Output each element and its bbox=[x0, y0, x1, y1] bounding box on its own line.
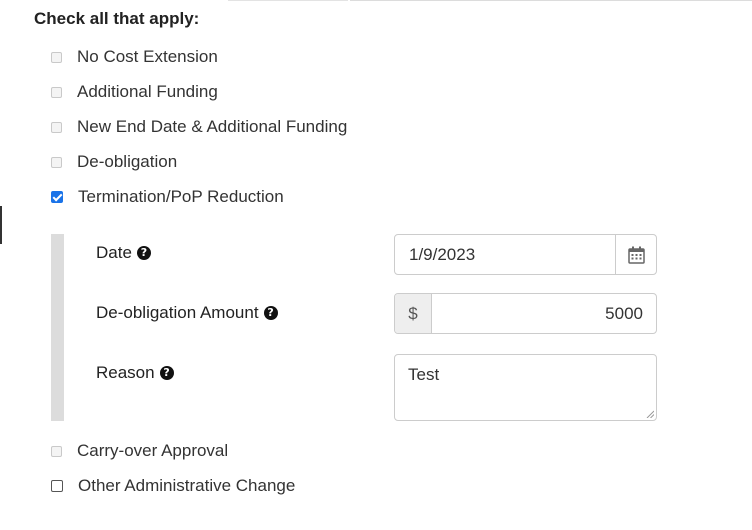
calendar-button[interactable] bbox=[615, 235, 656, 274]
option-label: Termination/PoP Reduction bbox=[78, 187, 284, 206]
option-label: De-obligation bbox=[77, 152, 178, 171]
option-new-end-date-funding[interactable]: New End Date & Additional Funding bbox=[51, 116, 347, 138]
date-label: Date ? bbox=[96, 243, 151, 263]
option-termination-pop-reduction[interactable]: Termination/PoP Reduction bbox=[51, 186, 284, 208]
subpanel-indicator-bar bbox=[51, 234, 64, 421]
amount-input-group[interactable]: $ 5000 bbox=[394, 293, 657, 334]
checkbox[interactable] bbox=[51, 51, 62, 63]
option-label: Additional Funding bbox=[77, 82, 218, 101]
date-picker[interactable]: 1/9/2023 bbox=[394, 234, 657, 275]
date-input[interactable]: 1/9/2023 bbox=[395, 235, 615, 274]
tab-border-right bbox=[350, 0, 752, 1]
checkbox[interactable] bbox=[51, 156, 62, 168]
checkbox[interactable] bbox=[51, 121, 62, 133]
reason-textarea[interactable]: Test bbox=[394, 354, 657, 421]
reason-text: Test bbox=[408, 365, 440, 384]
option-label: No Cost Extension bbox=[77, 47, 218, 66]
date-label-text: Date bbox=[96, 243, 132, 262]
option-label: Carry-over Approval bbox=[77, 441, 229, 460]
resize-grip-icon[interactable] bbox=[646, 410, 654, 418]
checkbox[interactable] bbox=[51, 445, 62, 457]
currency-addon: $ bbox=[395, 294, 432, 333]
amount-label-text: De-obligation Amount bbox=[96, 303, 259, 322]
option-carry-over-approval[interactable]: Carry-over Approval bbox=[51, 440, 228, 462]
option-label: New End Date & Additional Funding bbox=[77, 117, 348, 136]
amount-label: De-obligation Amount ? bbox=[96, 303, 278, 323]
option-de-obligation[interactable]: De-obligation bbox=[51, 151, 177, 173]
help-icon[interactable]: ? bbox=[159, 366, 174, 380]
option-label: Other Administrative Change bbox=[78, 476, 296, 495]
option-other-administrative-change[interactable]: Other Administrative Change bbox=[51, 475, 295, 497]
text-cursor-marker bbox=[0, 206, 2, 244]
reason-label: Reason ? bbox=[96, 363, 174, 383]
section-heading: Check all that apply: bbox=[34, 9, 200, 28]
option-no-cost-extension[interactable]: No Cost Extension bbox=[51, 46, 218, 68]
checkbox[interactable] bbox=[51, 86, 62, 98]
option-additional-funding[interactable]: Additional Funding bbox=[51, 81, 218, 103]
tab-border bbox=[228, 0, 348, 1]
help-icon[interactable]: ? bbox=[263, 306, 278, 320]
help-icon[interactable]: ? bbox=[136, 246, 151, 260]
checkbox[interactable] bbox=[51, 480, 63, 492]
amount-input[interactable]: 5000 bbox=[432, 294, 656, 333]
calendar-icon bbox=[627, 246, 645, 264]
reason-label-text: Reason bbox=[96, 363, 155, 382]
checkbox-checked[interactable] bbox=[51, 191, 63, 203]
